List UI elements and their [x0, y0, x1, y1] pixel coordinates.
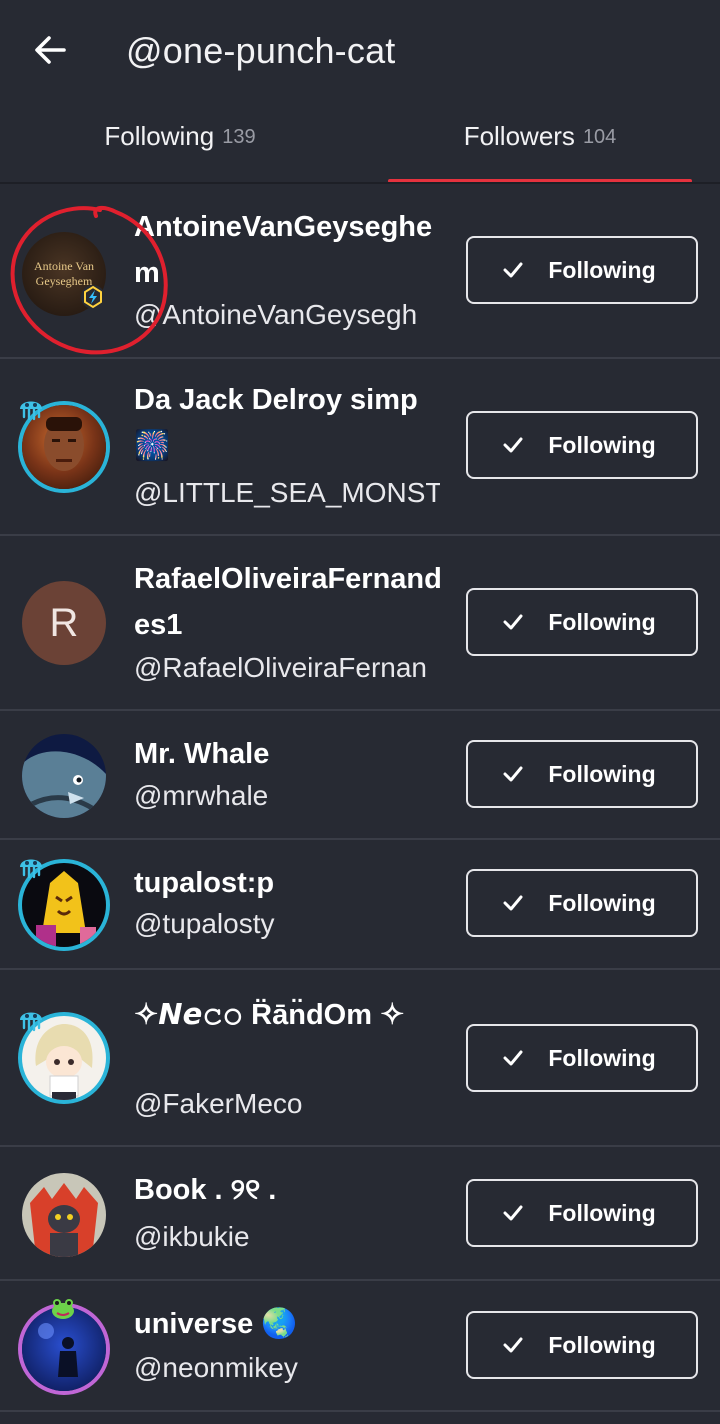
tab-followers-label: Followers	[463, 121, 575, 151]
following-button[interactable]: Following	[466, 1024, 698, 1092]
tab-bar: Following 139 Followers 104	[0, 105, 720, 185]
user-handle: @FakerMeco	[134, 1088, 303, 1119]
user-display-name: ✧𝙉𝙚𝚌𝚘 R̈ān̈dOm ✧	[134, 999, 405, 1031]
user-display-name: Da Jack Delroy simp 🎆	[134, 384, 418, 462]
following-button-label: Following	[548, 1044, 656, 1071]
list-item[interactable]: R RafaelOliveiraFernandes1 @RafaelOlivei…	[0, 536, 720, 711]
list-item[interactable]: tupalost:p @tupalosty Following	[0, 840, 720, 970]
following-button[interactable]: Following	[466, 740, 698, 808]
following-button[interactable]: Following	[466, 869, 698, 937]
user-handle: @tupalosty	[134, 908, 275, 939]
tab-followers[interactable]: Followers 104	[360, 105, 720, 185]
top-bar: @one-punch-cat	[0, 0, 720, 105]
jellyfish-badge-icon	[20, 401, 42, 421]
user-display-name: tupalost:p	[134, 867, 275, 899]
tab-following[interactable]: Following 139	[0, 105, 360, 185]
frog-badge-icon	[52, 1299, 74, 1319]
list-item[interactable]: ✧𝙉𝙚𝚌𝚘 R̈ān̈dOm ✧ @FakerMeco Following	[0, 970, 720, 1147]
avatar[interactable]	[18, 730, 110, 822]
user-handle: @AntoineVanGeysegh	[134, 299, 418, 330]
check-icon	[503, 614, 523, 630]
back-button[interactable]	[22, 22, 78, 78]
list-item[interactable]: universe 🌏 @neonmikey Following	[0, 1281, 720, 1412]
user-handle: @mrwhale	[134, 780, 269, 811]
list-item[interactable]: Mr. Whale @mrwhale Following	[0, 711, 720, 840]
avatar-letter: R	[49, 600, 79, 645]
red-creature-icon	[30, 1183, 98, 1257]
user-display-name: RafaelOliveiraFernandes1	[134, 563, 442, 641]
following-button-label: Following	[548, 1331, 656, 1358]
check-icon	[503, 1337, 523, 1353]
check-icon	[503, 766, 523, 782]
following-button[interactable]: Following	[466, 1179, 698, 1247]
avatar[interactable]	[18, 1299, 110, 1395]
arrow-left-icon	[35, 36, 66, 64]
following-button-label: Following	[548, 1199, 656, 1226]
list-item[interactable]: Book . ୨୧ . @ikbukie Following	[0, 1147, 720, 1281]
following-button-label: Following	[548, 760, 656, 787]
tab-following-count: 139	[222, 126, 256, 148]
avatar[interactable]	[18, 859, 110, 951]
user-display-name: universe 🌏	[134, 1308, 298, 1340]
avatar[interactable]	[18, 1012, 110, 1104]
user-handle: @LITTLE_SEA_MONST	[134, 477, 440, 508]
user-display-name: AntoineVanGeyseghem	[134, 211, 433, 289]
following-button-label: Following	[548, 256, 656, 283]
following-button[interactable]: Following	[466, 1311, 698, 1379]
following-button-label: Following	[548, 889, 656, 916]
page-title: @one-punch-cat	[126, 30, 396, 71]
user-handle: @neonmikey	[134, 1352, 298, 1383]
tab-followers-count: 104	[582, 126, 617, 148]
avatar[interactable]: R	[18, 577, 110, 669]
user-display-name: Book . ୨୧ .	[134, 1174, 277, 1206]
check-icon	[503, 1050, 523, 1066]
app-screen: @one-punch-cat Following 139 Followers 1…	[0, 0, 720, 1424]
avatar[interactable]	[18, 1169, 110, 1261]
avatar[interactable]	[18, 401, 110, 493]
user-handle: @RafaelOliveiraFernan	[134, 652, 427, 683]
list-item[interactable]: Antoine Van Geyseghem AntoineVanGeyseghe…	[0, 184, 720, 359]
following-button[interactable]: Following	[466, 236, 698, 304]
check-icon	[503, 1205, 523, 1221]
verified-badge-icon	[81, 285, 105, 309]
following-button[interactable]: Following	[466, 411, 698, 479]
list-item[interactable]: Da Jack Delroy simp 🎆 @LITTLE_SEA_MONST …	[0, 359, 720, 536]
following-button[interactable]: Following	[466, 588, 698, 656]
tab-following-label: Following	[104, 121, 215, 151]
check-icon	[503, 437, 523, 453]
following-button-label: Following	[548, 608, 656, 635]
following-button-label: Following	[548, 431, 656, 458]
avatar[interactable]: Antoine Van Geyseghem	[18, 228, 110, 320]
user-handle: @ikbukie	[134, 1221, 250, 1252]
jellyfish-badge-icon	[20, 859, 42, 879]
jellyfish-badge-icon	[20, 1012, 42, 1032]
whale-icon	[22, 751, 106, 818]
check-icon	[503, 895, 523, 911]
check-icon	[503, 262, 523, 278]
user-display-name: Mr. Whale	[134, 738, 270, 770]
